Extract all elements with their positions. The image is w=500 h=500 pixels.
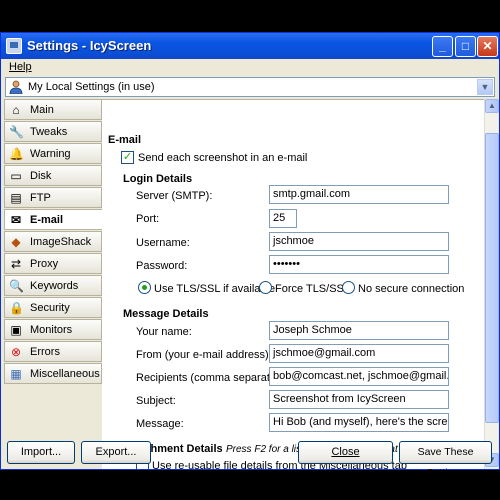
menu-bar: Help bbox=[1, 59, 499, 77]
proxy-icon: ⇄ bbox=[10, 257, 22, 271]
bell-icon: 🔔 bbox=[9, 147, 24, 161]
sidebar-item-label: Errors bbox=[30, 346, 60, 358]
port-field[interactable]: 25 bbox=[269, 209, 297, 228]
app-icon bbox=[6, 38, 22, 54]
sidebar-item-label: Proxy bbox=[30, 258, 59, 270]
username-label: Username: bbox=[136, 237, 190, 249]
recipients-label: Recipients (comma separated): bbox=[136, 372, 289, 384]
sidebar-item-label: Main bbox=[30, 104, 54, 116]
save-settings-button[interactable]: Save These Settings bbox=[399, 441, 492, 479]
no-secure-radio[interactable] bbox=[342, 281, 355, 294]
close-button[interactable]: Close bbox=[298, 441, 393, 464]
person-icon bbox=[9, 80, 23, 94]
your-name-label: Your name: bbox=[136, 326, 192, 338]
monitor-icon: ▣ bbox=[10, 323, 22, 337]
server-field[interactable]: smtp.gmail.com bbox=[269, 185, 449, 204]
from-label: From (your e-mail address): bbox=[136, 349, 272, 361]
imageshack-icon: ◆ bbox=[11, 235, 21, 249]
profile-selected: My Local Settings (in use) bbox=[28, 81, 155, 93]
close-icon: ✕ bbox=[482, 39, 493, 53]
message-label: Message: bbox=[136, 418, 184, 430]
send-each-checkbox[interactable]: ✓ bbox=[121, 151, 134, 164]
sidebar-item-imageshack[interactable]: ◆ ImageShack bbox=[4, 231, 102, 252]
disk-icon: ▭ bbox=[10, 169, 22, 183]
sidebar-item-label: E-mail bbox=[30, 214, 64, 226]
close-window-button[interactable]: ✕ bbox=[477, 36, 498, 57]
sidebar-item-email[interactable]: ✉ E-mail bbox=[4, 209, 103, 230]
sidebar-item-security[interactable]: 🔒 Security bbox=[4, 297, 102, 318]
sidebar-item-label: Miscellaneous bbox=[30, 368, 100, 380]
envelope-icon: ✉ bbox=[10, 213, 22, 227]
content-scrollbar[interactable]: ▲ ▼ bbox=[484, 99, 499, 469]
minimize-button[interactable]: _ bbox=[432, 36, 453, 57]
tls-if-available-radio[interactable] bbox=[138, 281, 151, 294]
sidebar-item-label: Security bbox=[30, 302, 70, 314]
recipients-field[interactable]: bob@comcast.net, jschmoe@gmail.com bbox=[269, 367, 449, 386]
menu-help[interactable]: Help bbox=[9, 61, 32, 73]
sidebar-item-monitors[interactable]: ▣ Monitors bbox=[4, 319, 102, 340]
import-button[interactable]: Import... bbox=[7, 441, 75, 464]
sidebar-item-ftp[interactable]: ▤ FTP bbox=[4, 187, 102, 208]
tls-if-available-label: Use TLS/SSL if available bbox=[154, 283, 276, 295]
sidebar: ⌂ Main 🔧 Tweaks 🔔 Warning ▭ Disk ▤ FTP ✉… bbox=[4, 99, 103, 433]
send-each-label: Send each screenshot in an e-mail bbox=[138, 152, 308, 164]
lock-icon: 🔒 bbox=[9, 301, 24, 315]
chevron-up-icon: ▲ bbox=[488, 101, 496, 110]
password-label: Password: bbox=[136, 260, 188, 272]
port-label: Port: bbox=[136, 213, 160, 225]
sidebar-item-warning[interactable]: 🔔 Warning bbox=[4, 143, 102, 164]
profile-dropdown[interactable]: My Local Settings (in use) ▼ bbox=[5, 77, 495, 97]
wrench-icon: 🔧 bbox=[9, 125, 24, 139]
ftp-icon: ▤ bbox=[10, 191, 22, 205]
sidebar-item-label: Disk bbox=[30, 170, 52, 182]
minimize-icon: _ bbox=[439, 39, 446, 53]
sidebar-item-label: Tweaks bbox=[30, 126, 68, 138]
sidebar-item-miscellaneous[interactable]: ▦ Miscellaneous bbox=[4, 363, 102, 384]
sidebar-item-keywords[interactable]: 🔍 Keywords bbox=[4, 275, 102, 296]
export-button[interactable]: Export... bbox=[81, 441, 151, 464]
subject-label: Subject: bbox=[136, 395, 176, 407]
section-title: E-mail bbox=[108, 134, 142, 146]
maximize-icon: □ bbox=[461, 39, 470, 53]
from-field[interactable]: jschmoe@gmail.com bbox=[269, 344, 449, 363]
force-tls-label: Force TLS/SSL bbox=[275, 283, 350, 295]
close-button-label: Close bbox=[331, 446, 360, 458]
sidebar-item-errors[interactable]: ⊗ Errors bbox=[4, 341, 102, 362]
your-name-field[interactable]: Joseph Schmoe bbox=[269, 321, 449, 340]
server-label: Server (SMTP): bbox=[136, 190, 213, 202]
window-title: Settings - IcyScreen bbox=[27, 38, 152, 53]
chevron-down-icon[interactable]: ▼ bbox=[477, 79, 493, 95]
sidebar-item-disk[interactable]: ▭ Disk bbox=[4, 165, 102, 186]
sidebar-item-label: Warning bbox=[30, 148, 71, 160]
settings-window: Settings - IcyScreen _ □ ✕ Help My Local… bbox=[0, 32, 500, 470]
username-field[interactable]: jschmoe bbox=[269, 232, 449, 251]
message-details-heading: Message Details bbox=[123, 308, 209, 320]
force-tls-radio[interactable] bbox=[259, 281, 272, 294]
scroll-up-button[interactable]: ▲ bbox=[485, 99, 499, 113]
magnifier-icon: 🔍 bbox=[9, 279, 24, 293]
scroll-thumb[interactable] bbox=[485, 133, 499, 423]
sidebar-item-label: FTP bbox=[30, 192, 51, 204]
maximize-button[interactable]: □ bbox=[455, 36, 476, 57]
error-icon: ⊗ bbox=[10, 345, 22, 359]
no-secure-label: No secure connection bbox=[358, 283, 465, 295]
email-settings-panel: E-mail ✓ Send each screenshot in an e-ma… bbox=[102, 99, 484, 469]
sidebar-item-label: ImageShack bbox=[30, 236, 92, 248]
sidebar-item-tweaks[interactable]: 🔧 Tweaks bbox=[4, 121, 102, 142]
password-field[interactable]: ••••••• bbox=[269, 255, 449, 274]
title-bar[interactable]: Settings - IcyScreen _ □ ✕ bbox=[1, 33, 499, 59]
sidebar-item-proxy[interactable]: ⇄ Proxy bbox=[4, 253, 102, 274]
subject-field[interactable]: Screenshot from IcyScreen bbox=[269, 390, 449, 409]
sidebar-item-label: Keywords bbox=[30, 280, 79, 292]
sidebar-item-label: Monitors bbox=[30, 324, 73, 336]
sidebar-item-main[interactable]: ⌂ Main bbox=[4, 99, 102, 120]
misc-icon: ▦ bbox=[10, 367, 22, 381]
login-details-heading: Login Details bbox=[123, 173, 193, 185]
message-field[interactable]: Hi Bob (and myself), here's the screensh… bbox=[269, 413, 449, 432]
house-icon: ⌂ bbox=[12, 103, 20, 117]
